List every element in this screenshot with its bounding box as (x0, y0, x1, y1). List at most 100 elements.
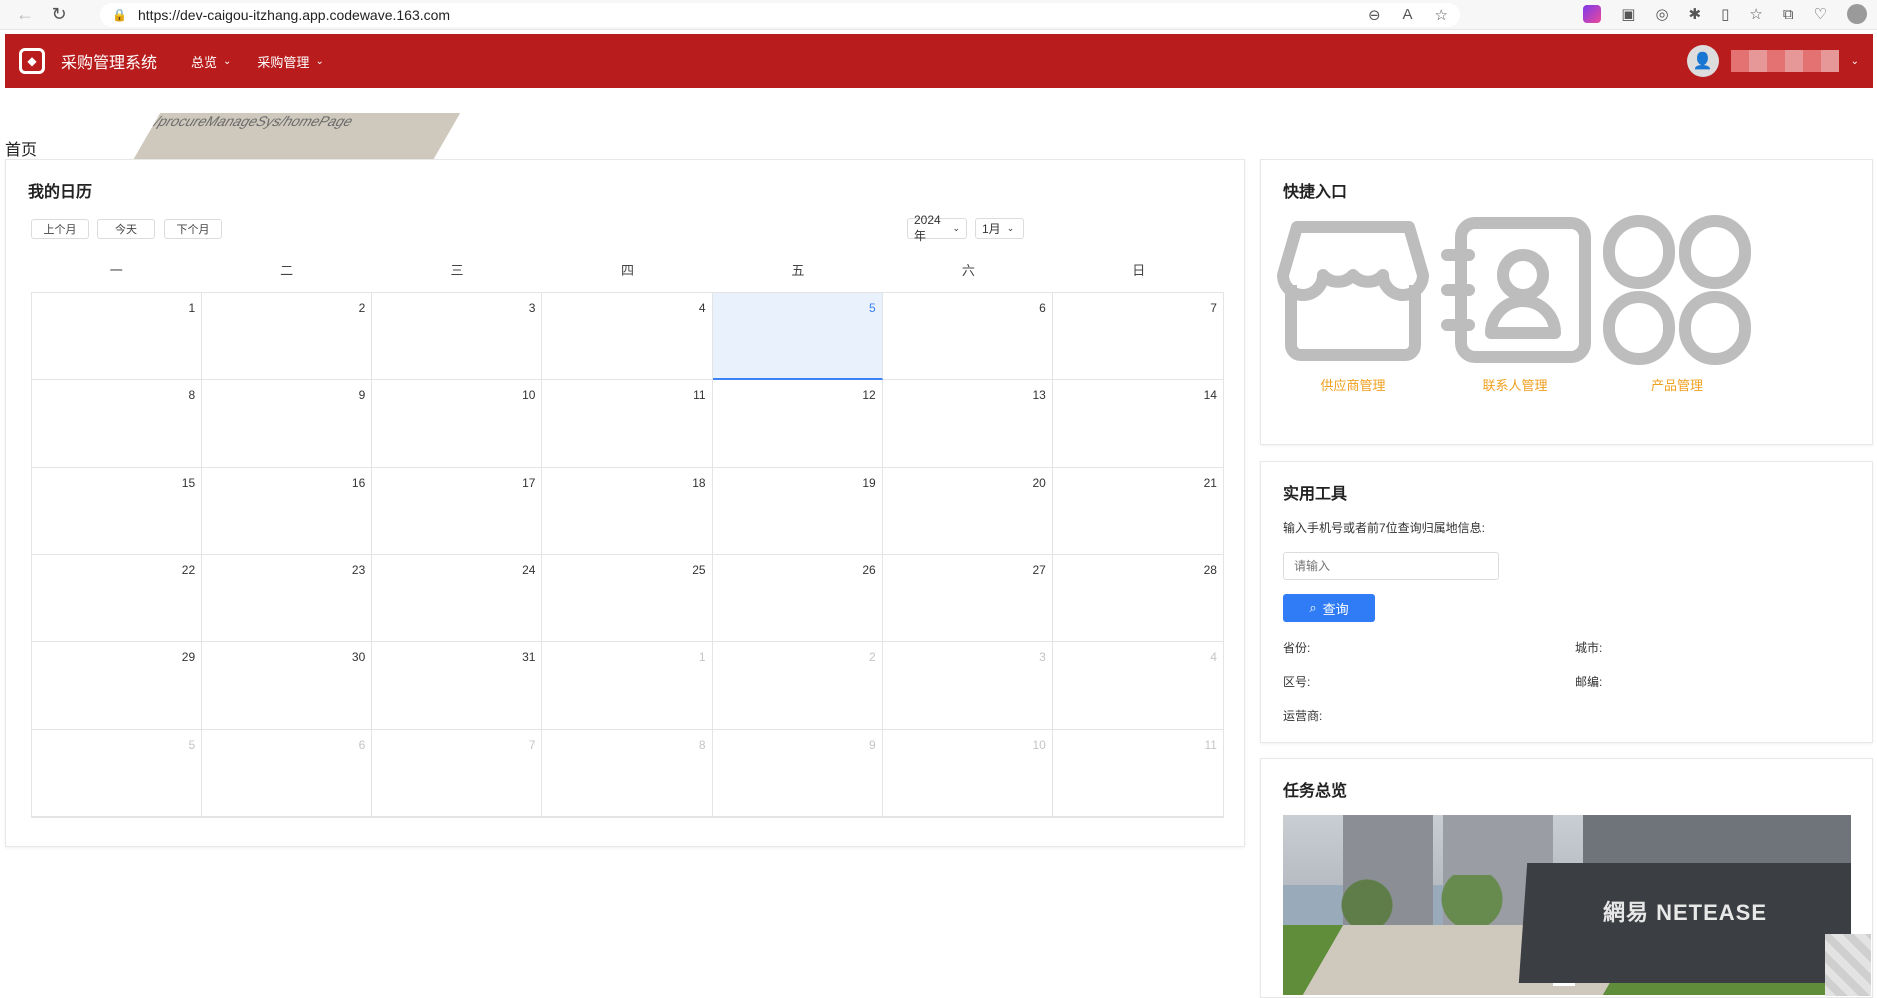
weekday-label: 一 (31, 260, 201, 279)
calendar-day[interactable]: 14 (1053, 380, 1223, 467)
calendar-day[interactable]: 4 (542, 293, 712, 380)
day-number: 9 (359, 388, 366, 402)
grid-apps-icon (1597, 215, 1757, 365)
postcode-label: 邮编: (1575, 673, 1602, 690)
query-button[interactable]: ⌕查询 (1283, 594, 1375, 622)
day-number: 28 (1204, 563, 1217, 577)
contact-book-icon (1435, 215, 1595, 365)
performance-icon[interactable]: ♡ (1814, 5, 1827, 23)
calendar-day[interactable]: 2 (713, 642, 883, 729)
calendar-day[interactable]: 21 (1053, 468, 1223, 555)
calendar-day[interactable]: 3 (883, 642, 1053, 729)
day-number: 21 (1204, 476, 1217, 490)
calendar-day[interactable]: 28 (1053, 555, 1223, 642)
calendar-day[interactable]: 1 (542, 642, 712, 729)
day-number: 19 (862, 476, 875, 490)
chevron-down-icon: ⌄ (1851, 56, 1859, 67)
quick-products[interactable]: 产品管理 (1587, 215, 1767, 394)
calendar-day[interactable]: 9 (202, 380, 372, 467)
address-bar[interactable]: 🔒 https://dev-caigou-itzhang.app.codewav… (100, 3, 1460, 27)
next-month-button[interactable]: 下个月 (164, 219, 222, 239)
read-aloud-icon[interactable]: A (1403, 6, 1413, 24)
day-number: 11 (1205, 738, 1217, 752)
profile-avatar[interactable] (1847, 4, 1867, 24)
favorites-icon[interactable]: ☆ (1749, 5, 1762, 23)
carousel-image[interactable]: 網易 NETEASE (1283, 815, 1851, 995)
calendar-day[interactable]: 27 (883, 555, 1053, 642)
calendar-day[interactable]: 15 (32, 468, 202, 555)
calendar-day[interactable]: 10 (372, 380, 542, 467)
calendar-day[interactable]: 19 (713, 468, 883, 555)
chevron-down-icon: ⌄ (952, 223, 960, 234)
calendar-day[interactable]: 7 (372, 730, 542, 817)
calendar-day[interactable]: 22 (32, 555, 202, 642)
extension-icon[interactable]: ◎ (1655, 5, 1668, 23)
collections-icon[interactable]: ⧉ (1783, 6, 1794, 23)
reload-icon[interactable]: ↻ (42, 0, 76, 30)
calendar-day[interactable]: 10 (883, 730, 1053, 817)
calendar-day[interactable]: 11 (1053, 730, 1223, 817)
calendar-day[interactable]: 8 (542, 730, 712, 817)
app-title: 采购管理系统 (61, 49, 157, 73)
year-select[interactable]: 2024 年⌄ (907, 218, 967, 239)
day-number: 2 (359, 301, 366, 315)
calendar-day[interactable]: 24 (372, 555, 542, 642)
split-screen-icon[interactable]: ▯ (1721, 5, 1729, 23)
carousel-indicator[interactable] (1553, 983, 1575, 986)
day-number: 9 (869, 738, 876, 752)
calendar-day[interactable]: 7 (1053, 293, 1223, 380)
calendar-day[interactable]: 31 (372, 642, 542, 729)
netease-sign-text: 網易 NETEASE (1603, 895, 1767, 927)
calendar-day[interactable]: 5 (32, 730, 202, 817)
chevron-down-icon: ⌄ (223, 56, 231, 67)
weekday-label: 二 (201, 260, 371, 279)
day-number: 14 (1204, 388, 1217, 402)
floating-widget[interactable] (1825, 934, 1871, 996)
calendar-day-today[interactable]: 5 (713, 293, 883, 380)
user-menu[interactable]: 👤 ⌄ (1687, 45, 1859, 77)
weekday-label: 五 (713, 260, 883, 279)
top-menu: 总览⌄ 采购管理⌄ (191, 52, 324, 71)
calendar-day[interactable]: 3 (372, 293, 542, 380)
calendar-day[interactable]: 8 (32, 380, 202, 467)
calendar-day[interactable]: 30 (202, 642, 372, 729)
calendar-day[interactable]: 17 (372, 468, 542, 555)
calendar-day[interactable]: 6 (883, 293, 1053, 380)
calendar-day[interactable]: 9 (713, 730, 883, 817)
calendar-day[interactable]: 26 (713, 555, 883, 642)
puzzle-icon[interactable]: ✱ (1689, 5, 1702, 23)
calendar-day[interactable]: 29 (32, 642, 202, 729)
copilot-icon[interactable] (1583, 5, 1601, 23)
menu-overview[interactable]: 总览⌄ (191, 52, 231, 71)
day-number: 5 (188, 738, 195, 752)
month-select[interactable]: 1月⌄ (975, 218, 1024, 239)
calendar-day[interactable]: 6 (202, 730, 372, 817)
translate-icon[interactable]: ▣ (1621, 5, 1635, 23)
menu-procurement[interactable]: 采购管理⌄ (257, 52, 323, 71)
breadcrumb: 首页 (5, 136, 37, 160)
calendar-day[interactable]: 12 (713, 380, 883, 467)
quick-contacts[interactable]: 联系人管理 (1425, 215, 1605, 394)
quick-supplier[interactable]: 供应商管理 (1263, 215, 1443, 394)
weekday-label: 六 (883, 260, 1053, 279)
back-icon[interactable]: ← (8, 0, 42, 30)
favorite-star-icon[interactable]: ☆ (1435, 6, 1448, 24)
calendar-day[interactable]: 2 (202, 293, 372, 380)
phone-input[interactable] (1283, 552, 1499, 580)
weekday-header: 一二三四五六日 (31, 260, 1224, 279)
day-number: 22 (182, 563, 195, 577)
calendar-day[interactable]: 4 (1053, 642, 1223, 729)
calendar-day[interactable]: 25 (542, 555, 712, 642)
calendar-day[interactable]: 16 (202, 468, 372, 555)
calendar-day[interactable]: 20 (883, 468, 1053, 555)
zoom-icon[interactable]: ⊖ (1368, 6, 1381, 24)
calendar-day[interactable]: 18 (542, 468, 712, 555)
calendar-day[interactable]: 1 (32, 293, 202, 380)
calendar-day[interactable]: 13 (883, 380, 1053, 467)
day-number: 29 (182, 650, 195, 664)
today-button[interactable]: 今天 (97, 219, 155, 239)
prev-month-button[interactable]: 上个月 (31, 219, 89, 239)
calendar-day[interactable]: 11 (542, 380, 712, 467)
area-code-label: 区号: (1283, 673, 1310, 690)
calendar-day[interactable]: 23 (202, 555, 372, 642)
